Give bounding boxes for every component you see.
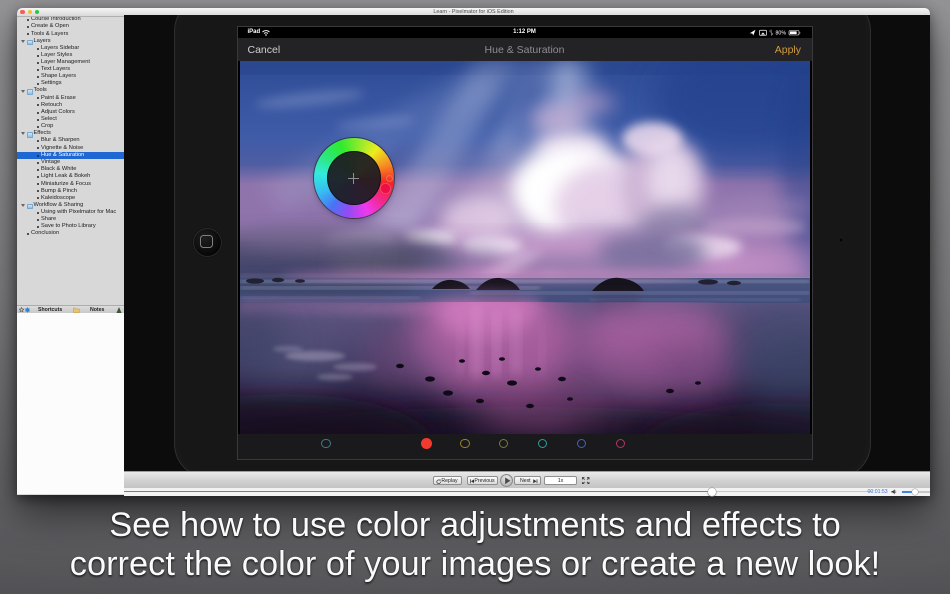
svg-text:80%: 80% [775,31,786,36]
